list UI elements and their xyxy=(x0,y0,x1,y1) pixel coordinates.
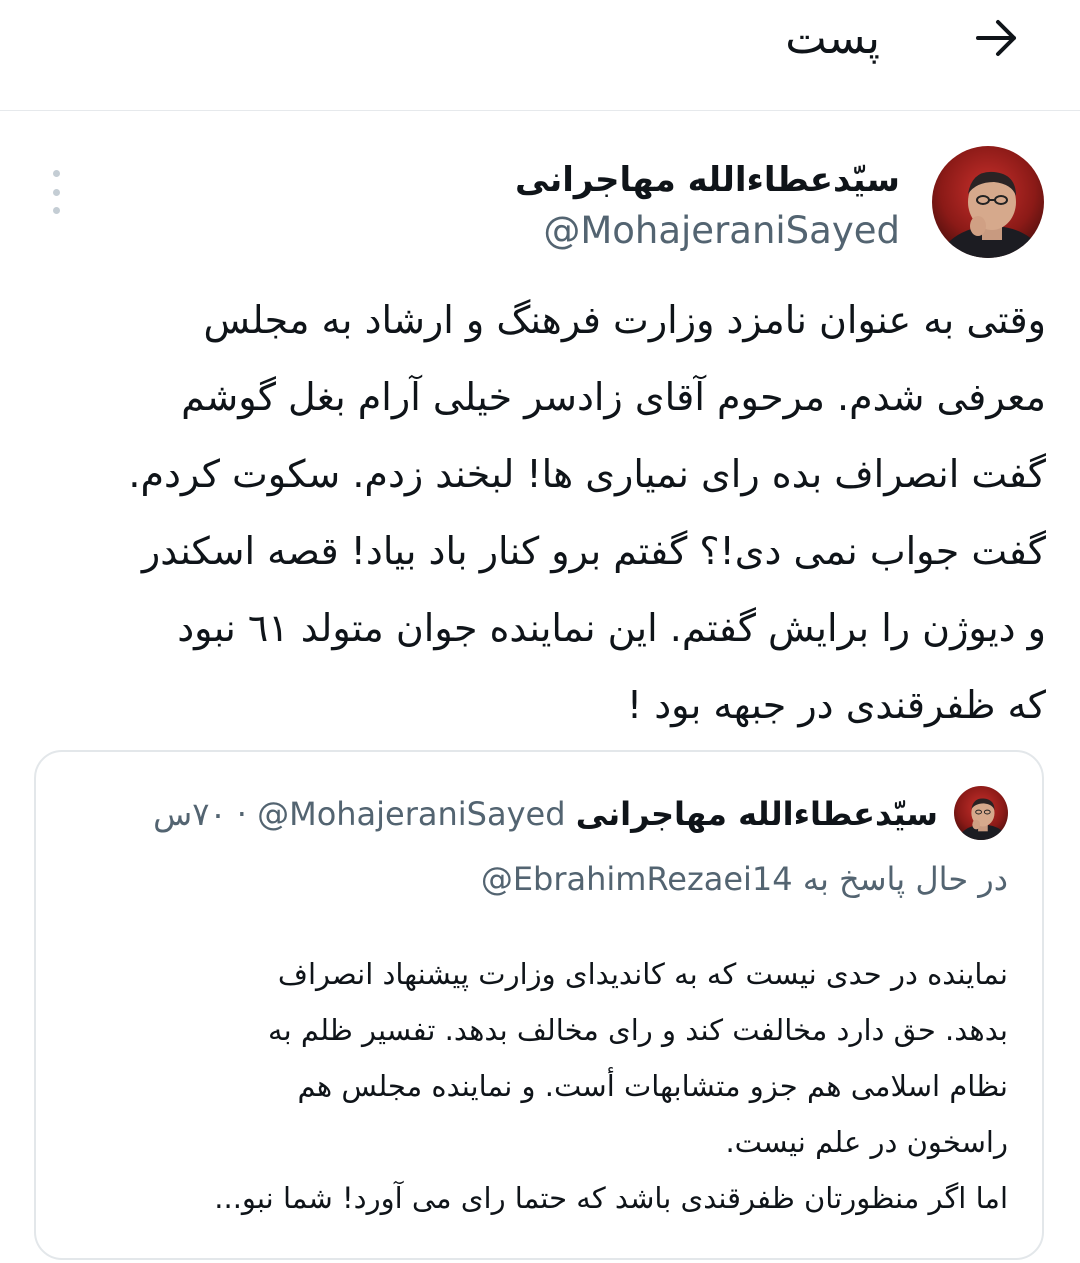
tweet-line: که ظفرقندی در جبهه بود ! xyxy=(626,683,1046,727)
page-title: پست xyxy=(785,13,880,64)
replying-to-label: در حال پاسخ به xyxy=(802,860,1008,898)
back-button[interactable] xyxy=(968,10,1024,66)
replying-to: در حال پاسخ به @EbrahimRezaei14 xyxy=(481,854,1008,904)
arrow-right-icon xyxy=(976,20,1016,56)
tweet-line: گفت انصراف بده رای نمیاری ها! لبخند زدم.… xyxy=(128,452,1046,496)
author-handle[interactable]: @MohajeraniSayed xyxy=(543,206,900,256)
separator-dot: · xyxy=(236,795,247,833)
vertical-dots-icon xyxy=(52,170,60,177)
tweet-line: معرفی شدم. مرحوم آقای زادسر خیلی آرام بغ… xyxy=(181,375,1046,419)
quoted-author-handle: @MohajeraniSayed xyxy=(257,795,566,833)
quoted-line: راسخون در علم نیست. xyxy=(725,1125,1008,1159)
tweet-line: گفت جواب نمی دی!؟ گفتم برو کنار باد بیاد… xyxy=(141,529,1046,573)
quoted-line: نظام اسلامی هم جزو متشابهات أست. و نماین… xyxy=(297,1069,1008,1103)
quoted-tweet-text: نماینده در حدی نیست که به کاندیدای وزارت… xyxy=(58,946,1008,1226)
quoted-line: اما اگر منظورتان ظفرقندی باشد که حتما را… xyxy=(214,1181,1008,1215)
quoted-line: نماینده در حدی نیست که به کاندیدای وزارت… xyxy=(277,957,1008,991)
top-bar: پست xyxy=(0,0,1080,111)
quoted-author-name: سیّدعطاءالله مهاجرانی xyxy=(575,795,938,833)
tweet-text: وقتی به عنوان نامزد وزارت فرهنگ و ارشاد … xyxy=(26,282,1046,744)
quoted-line: بدهد. حق دارد مخالفت کند و رای مخالف بده… xyxy=(268,1013,1008,1047)
quoted-avatar xyxy=(954,786,1008,840)
author-name[interactable]: سیّدعطاءالله مهاجرانی xyxy=(515,156,900,204)
avatar[interactable] xyxy=(932,146,1044,258)
quoted-tweet-card[interactable]: سیّدعطاءالله مهاجرانی @MohajeraniSayed ·… xyxy=(34,750,1044,1260)
quoted-timestamp: ۷۰س xyxy=(153,795,227,833)
tweet-line: وقتی به عنوان نامزد وزارت فرهنگ و ارشاد … xyxy=(203,298,1046,342)
quoted-header: سیّدعطاءالله مهاجرانی @MohajeraniSayed ·… xyxy=(153,790,938,838)
replying-to-handle[interactable]: @EbrahimRezaei14 xyxy=(481,860,793,898)
more-options-button[interactable] xyxy=(40,170,72,214)
tweet-line: و دیوژن را برایش گفتم. این نماینده جوان … xyxy=(177,606,1046,650)
